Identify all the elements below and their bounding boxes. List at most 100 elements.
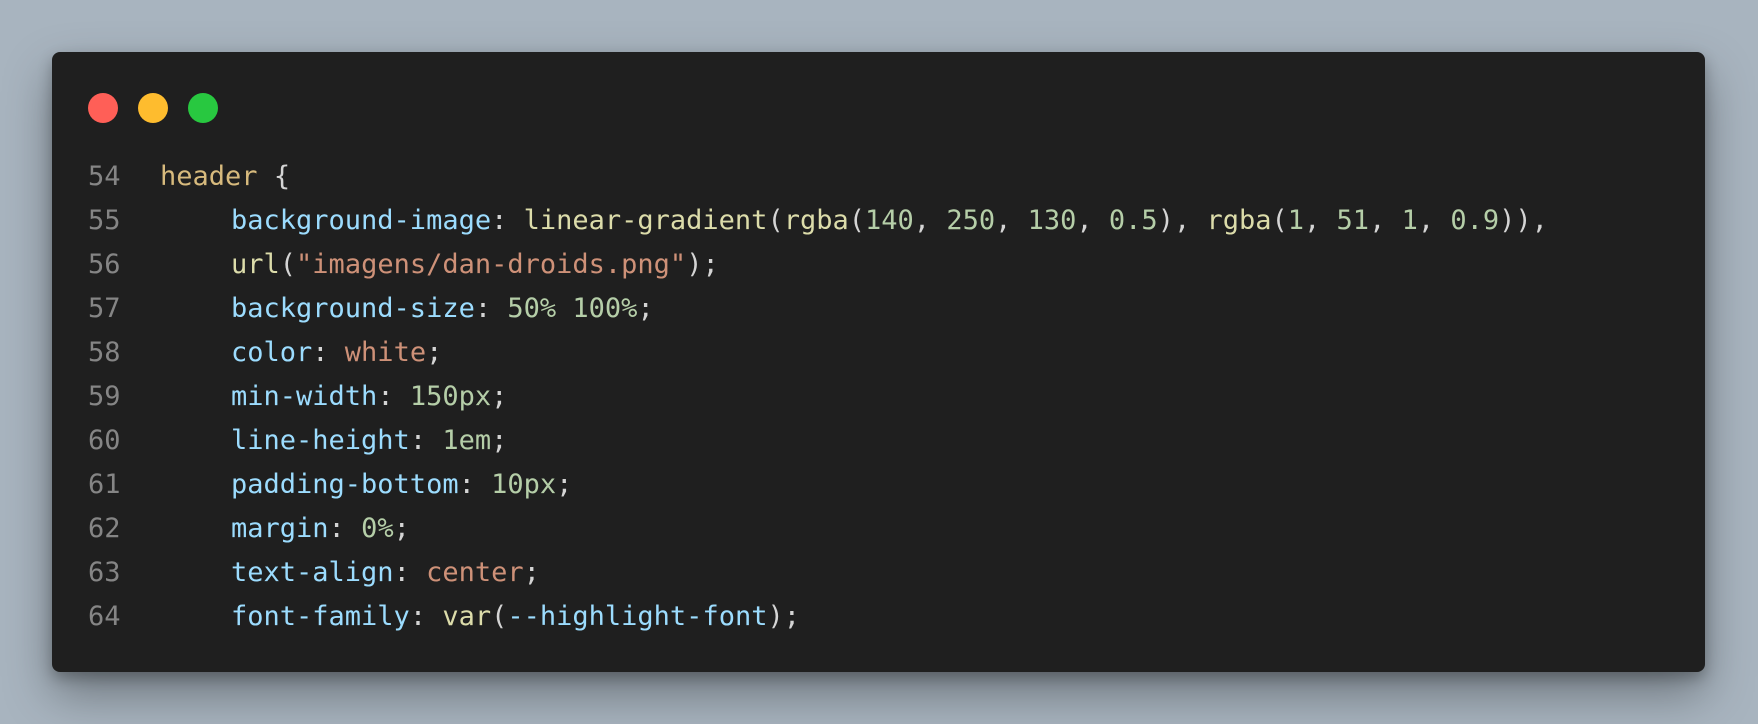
css-function: rgba (1206, 205, 1272, 236)
css-property: padding-bottom (231, 469, 459, 500)
line-content: url("imagens/dan-droids.png"); (160, 243, 1705, 287)
code-line: 59 min-width: 150px; (52, 375, 1705, 419)
css-number: 0.5 (1108, 205, 1158, 236)
css-number: 50% (507, 293, 557, 324)
comma: , (1369, 205, 1402, 236)
css-number: 1em (442, 425, 492, 456)
css-number: 140 (865, 205, 914, 236)
css-property: font-family (231, 601, 410, 632)
css-number: 100% (572, 293, 638, 324)
paren: ( (491, 601, 508, 632)
css-number: 0.9 (1450, 205, 1500, 236)
css-property: color (231, 337, 313, 368)
css-number: 51 (1336, 205, 1370, 236)
comma: , (913, 205, 947, 236)
css-number: 0% (361, 513, 394, 544)
code-line: 62 margin: 0%; (52, 507, 1705, 551)
css-number: 130 (1027, 205, 1077, 236)
code-line: 55 background-image: linear-gradient(rgb… (52, 199, 1705, 243)
css-string: "imagens/dan-droids.png" (296, 249, 687, 280)
line-number: 56 (88, 249, 121, 280)
css-property: text-align (231, 557, 394, 588)
line-number: 59 (88, 381, 121, 412)
semicolon: ; (491, 425, 508, 456)
code-line: 64 font-family: var(--highlight-font); (52, 595, 1705, 639)
css-number: 150px (409, 381, 492, 412)
line-content: line-height: 1em; (160, 419, 1705, 463)
window-controls (88, 93, 218, 123)
line-number: 58 (88, 337, 121, 368)
line-content: header { (160, 155, 1705, 199)
css-property: margin (231, 513, 329, 544)
css-property: line-height (231, 425, 410, 456)
line-content: min-width: 150px; (160, 375, 1705, 419)
semicolon: ; (426, 337, 443, 368)
code-line: 60 line-height: 1em; (52, 419, 1705, 463)
line-number: 63 (88, 557, 121, 588)
colon: : (377, 381, 410, 412)
semicolon: ; (637, 293, 654, 324)
code-line: 57 background-size: 50% 100%; (52, 287, 1705, 331)
css-function: linear-gradient (523, 205, 768, 236)
paren: ( (1271, 205, 1288, 236)
colon: : (491, 205, 524, 236)
line-number: 54 (88, 161, 121, 192)
css-function: url (231, 249, 280, 280)
maximize-button[interactable] (188, 93, 218, 123)
line-number: 61 (88, 469, 121, 500)
line-content: padding-bottom: 10px; (160, 463, 1705, 507)
css-property: min-width (231, 381, 378, 412)
colon: : (393, 557, 427, 588)
code-line: 56 url("imagens/dan-droids.png"); (52, 243, 1705, 287)
minimize-button[interactable] (138, 93, 168, 123)
open-brace: { (273, 161, 291, 192)
line-content: font-family: var(--highlight-font); (160, 595, 1705, 639)
line-number: 57 (88, 293, 121, 324)
paren: ); (767, 601, 800, 632)
css-property: background-size (231, 293, 475, 324)
colon: : (409, 601, 443, 632)
line-number: 60 (88, 425, 121, 456)
semicolon: ; (491, 381, 508, 412)
line-number: 62 (88, 513, 121, 544)
css-number: 250 (946, 205, 996, 236)
colon: : (458, 469, 492, 500)
colon: : (409, 425, 443, 456)
css-value: white (344, 337, 427, 368)
css-number: 1 (1401, 205, 1418, 236)
code-line: 54 header { (52, 155, 1705, 199)
semicolon: ; (393, 513, 410, 544)
paren: )), (1499, 205, 1548, 236)
css-function: rgba (783, 205, 849, 236)
line-number: 64 (88, 601, 121, 632)
code-line: 63 text-align: center; (52, 551, 1705, 595)
close-button[interactable] (88, 93, 118, 123)
paren: ( (767, 205, 784, 236)
line-content: background-image: linear-gradient(rgba(1… (160, 199, 1705, 243)
code-editor[interactable]: 54 header { 55 background-image: linear-… (52, 155, 1705, 639)
css-selector: header (160, 161, 258, 192)
comma: , (1304, 205, 1337, 236)
comma: , (995, 205, 1028, 236)
comma: , (1417, 205, 1451, 236)
code-line: 61 padding-bottom: 10px; (52, 463, 1705, 507)
css-property: background-image (231, 205, 492, 236)
code-line: 58 color: white; (52, 331, 1705, 375)
css-function: var (442, 601, 492, 632)
css-number: 10px (491, 469, 557, 500)
semicolon: ; (523, 557, 540, 588)
line-number: 55 (88, 205, 121, 236)
css-value: center (426, 557, 524, 588)
semicolon: ; (556, 469, 573, 500)
code-window: 54 header { 55 background-image: linear-… (52, 52, 1705, 672)
paren: ), (1157, 205, 1207, 236)
paren: ( (279, 249, 297, 280)
paren: ( (848, 205, 866, 236)
colon: : (328, 513, 362, 544)
colon: : (474, 293, 508, 324)
paren: ); (686, 249, 719, 280)
comma: , (1076, 205, 1109, 236)
line-content: color: white; (160, 331, 1705, 375)
